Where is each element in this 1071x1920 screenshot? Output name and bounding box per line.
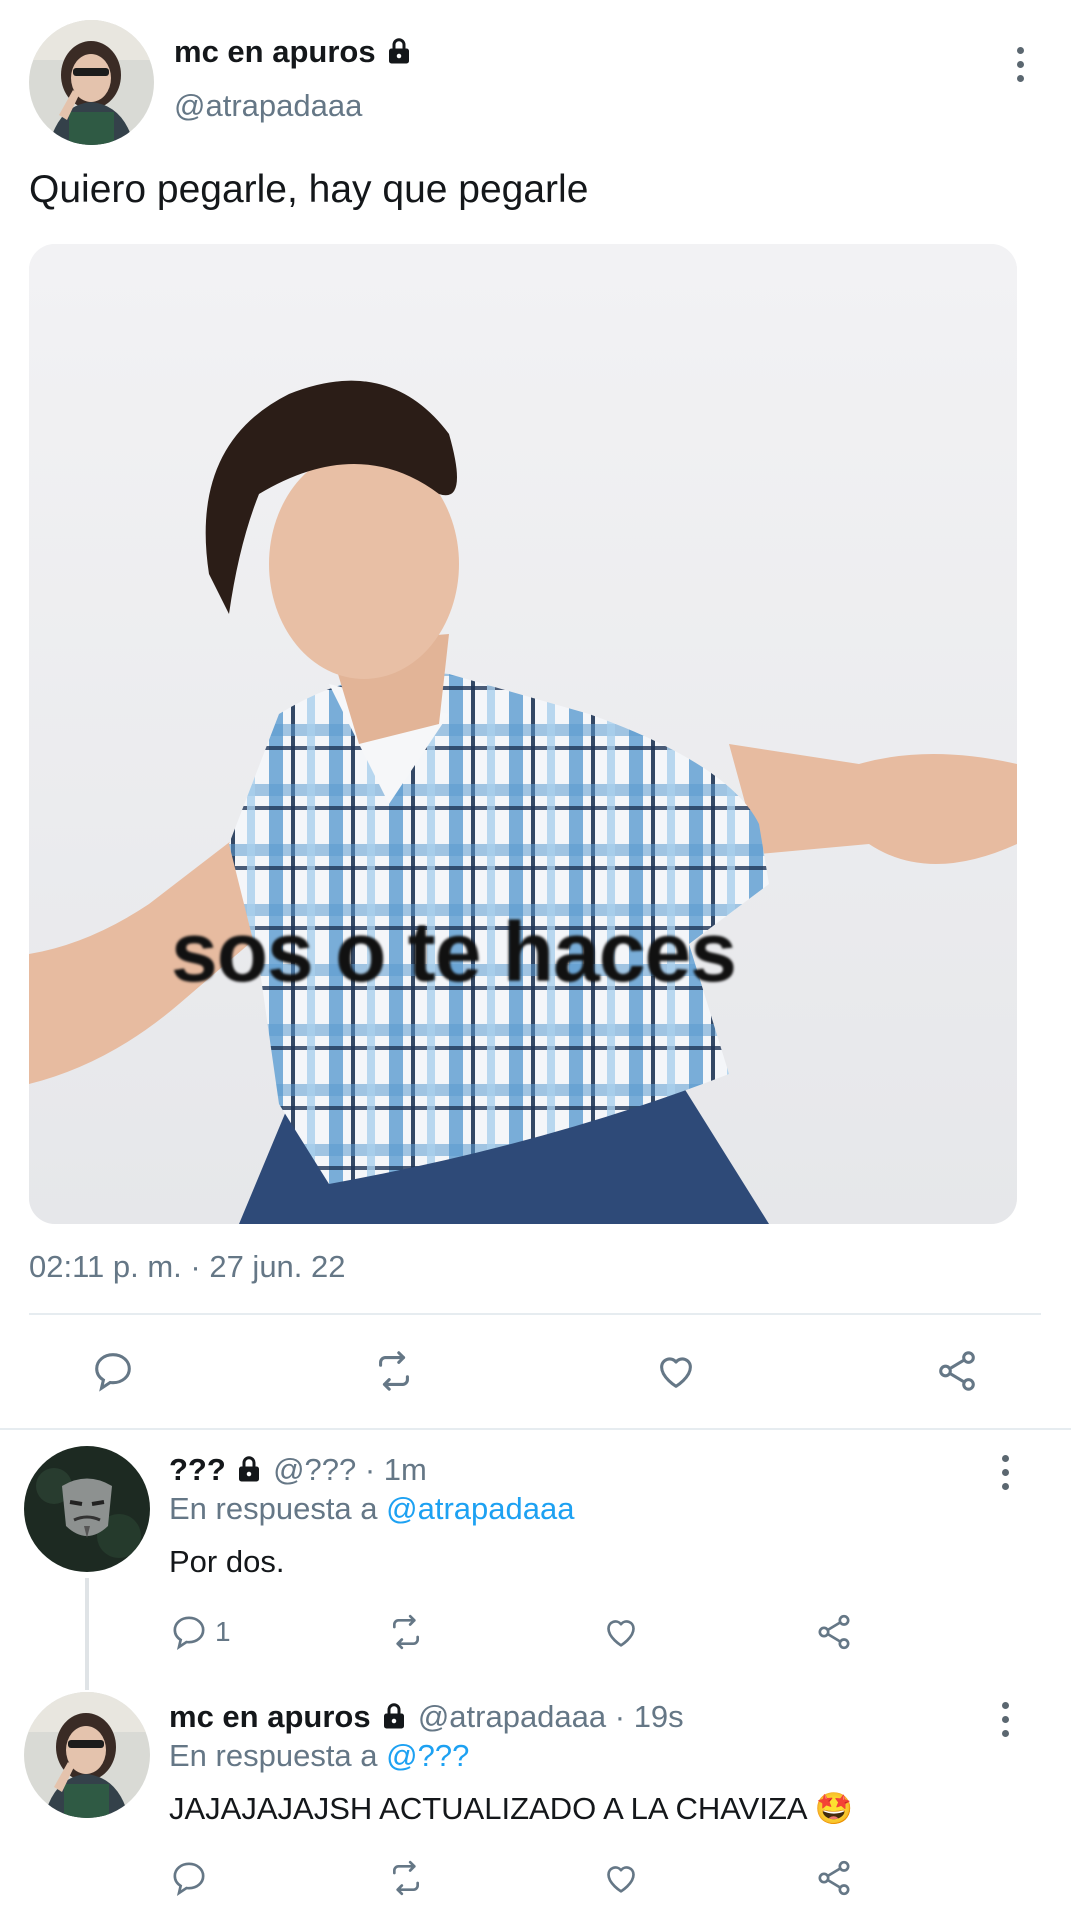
- reply-header[interactable]: mc en apuros @atrapadaaa · 19s: [169, 1697, 684, 1741]
- reply-avatar[interactable]: [24, 1692, 150, 1818]
- tweet-timestamp[interactable]: 02:11 p. m. · 27 jun. 22: [29, 1247, 346, 1287]
- reply-retweet-button[interactable]: [385, 1858, 427, 1898]
- reply-display-name[interactable]: ???: [169, 1452, 226, 1487]
- lock-icon: [234, 1454, 264, 1494]
- meme-caption: sos o te haces: [171, 905, 737, 999]
- retweet-icon: [393, 1614, 419, 1650]
- photo-illustration: [29, 244, 1017, 1224]
- thread-line: [85, 1578, 89, 1690]
- like-button[interactable]: [652, 1348, 700, 1394]
- share-button[interactable]: [934, 1348, 980, 1394]
- reply-like-button[interactable]: [600, 1612, 642, 1652]
- like-icon: [607, 1620, 635, 1647]
- divider: [0, 1428, 1071, 1430]
- more-options-icon[interactable]: [1010, 47, 1030, 82]
- reply-share-button[interactable]: [814, 1858, 854, 1898]
- reply-meta: @??? · 1m: [273, 1452, 427, 1487]
- replying-to-handle-link[interactable]: @???: [386, 1738, 469, 1773]
- like-icon: [660, 1357, 692, 1388]
- tweet-media-image[interactable]: sos o te haces: [29, 244, 1017, 1224]
- reply-text: Por dos.: [169, 1544, 285, 1579]
- share-icon: [818, 1614, 850, 1650]
- replying-to-prefix: En respuesta a: [169, 1738, 378, 1773]
- replying-to-prefix: En respuesta a: [169, 1491, 378, 1526]
- author-handle[interactable]: @atrapadaaa: [174, 86, 362, 126]
- author-avatar[interactable]: [29, 20, 154, 145]
- reply-display-name[interactable]: mc en apuros: [169, 1699, 371, 1734]
- share-icon: [939, 1351, 975, 1391]
- reply-share-button[interactable]: [814, 1612, 854, 1652]
- share-icon: [818, 1860, 850, 1896]
- lock-icon: [384, 36, 414, 76]
- reply-avatar[interactable]: [24, 1446, 150, 1572]
- like-icon: [607, 1866, 635, 1893]
- reply-more-options-icon[interactable]: [995, 1455, 1015, 1490]
- reply-button[interactable]: [90, 1348, 136, 1394]
- author-display-name[interactable]: mc en apuros: [174, 32, 414, 76]
- reply-icon: [95, 1353, 131, 1392]
- reply-meta: @atrapadaaa · 19s: [417, 1699, 684, 1734]
- display-name-text[interactable]: mc en apuros: [174, 34, 376, 69]
- divider: [29, 1313, 1041, 1315]
- reply-like-button[interactable]: [600, 1858, 642, 1898]
- reply-header[interactable]: ??? @??? · 1m: [169, 1450, 427, 1494]
- reply-reply-button[interactable]: 1: [169, 1612, 231, 1652]
- reply-icon: [173, 1862, 205, 1896]
- reply-icon: [173, 1616, 205, 1650]
- replying-to-handle-link[interactable]: @atrapadaaa: [386, 1491, 574, 1526]
- retweet-icon: [379, 1351, 409, 1391]
- reply-text: JAJAJAJAJSH ACTUALIZADO A LA CHAVIZA 🤩: [169, 1791, 854, 1826]
- reply-count: 1: [215, 1616, 231, 1647]
- retweet-button[interactable]: [370, 1348, 418, 1394]
- tweet-text: Quiero pegarle, hay que pegarle: [29, 168, 589, 211]
- replying-to: En respuesta a @???: [169, 1736, 469, 1776]
- retweet-icon: [393, 1860, 419, 1896]
- reply-retweet-button[interactable]: [385, 1612, 427, 1652]
- replying-to: En respuesta a @atrapadaaa: [169, 1489, 575, 1529]
- reply-reply-button[interactable]: [169, 1858, 215, 1898]
- reply-more-options-icon[interactable]: [995, 1702, 1015, 1737]
- lock-icon: [379, 1701, 409, 1741]
